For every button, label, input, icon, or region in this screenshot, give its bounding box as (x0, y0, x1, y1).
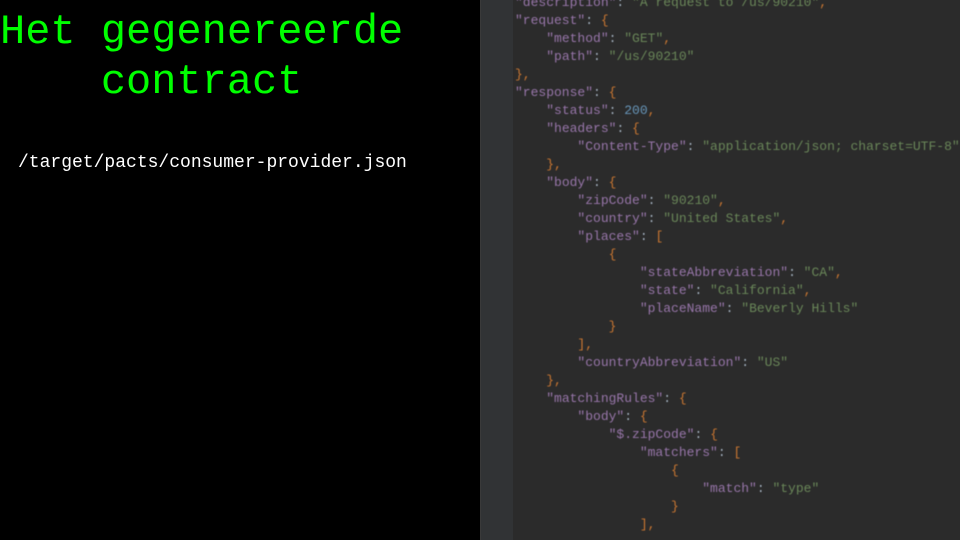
code-line: "headers": { (515, 120, 960, 138)
code-line: }, (515, 156, 960, 174)
editor-gutter (481, 0, 513, 540)
code-line: "$.zipCode": { (515, 426, 960, 444)
code-panel: "description": "A request to /us/90210",… (480, 0, 960, 540)
code-line: }, (515, 66, 960, 84)
code-line: "state": "California", (515, 282, 960, 300)
code-line: "status": 200, (515, 102, 960, 120)
code-line: { (515, 462, 960, 480)
code-line: "match": "type" (515, 480, 960, 498)
code-line: { (515, 246, 960, 264)
code-line: } (515, 318, 960, 336)
code-line: } (515, 498, 960, 516)
code-line: ], (515, 336, 960, 354)
code-line: "response": { (515, 84, 960, 102)
file-path: /target/pacts/consumer-provider.json (0, 107, 480, 173)
code-line: "country": "United States", (515, 210, 960, 228)
code-line: "description": "A request to /us/90210", (515, 0, 960, 12)
code-line: "countryAbbreviation": "US" (515, 354, 960, 372)
code-line: "path": "/us/90210" (515, 48, 960, 66)
slide: Het gegenereerde contract /target/pacts/… (0, 0, 960, 540)
code-line: "body": { (515, 174, 960, 192)
code-line: "placeName": "Beverly Hills" (515, 300, 960, 318)
code-line: "zipCode": "90210", (515, 192, 960, 210)
json-code: "description": "A request to /us/90210",… (515, 0, 960, 534)
code-line: "body": { (515, 408, 960, 426)
code-line: "request": { (515, 12, 960, 30)
code-line: "Content-Type": "application/json; chars… (515, 138, 960, 156)
code-line: "matchingRules": { (515, 390, 960, 408)
code-line: "places": [ (515, 228, 960, 246)
slide-title: Het gegenereerde contract (0, 0, 480, 107)
text-panel: Het gegenereerde contract /target/pacts/… (0, 0, 480, 540)
code-line: "stateAbbreviation": "CA", (515, 264, 960, 282)
code-line: "matchers": [ (515, 444, 960, 462)
code-line: "method": "GET", (515, 30, 960, 48)
code-line: }, (515, 372, 960, 390)
code-line: ], (515, 516, 960, 534)
